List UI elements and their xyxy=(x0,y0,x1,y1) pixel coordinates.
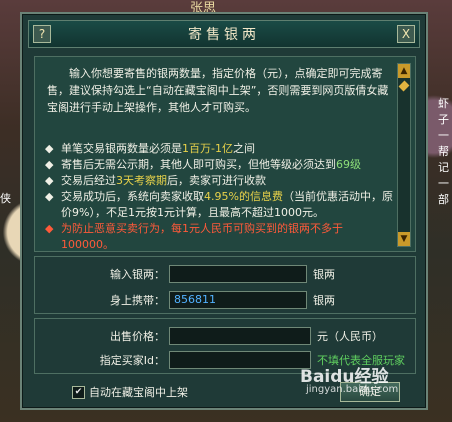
silver-amount-section: 输入银两： 银两 身上携带： 856811 银两 xyxy=(34,256,416,314)
carried-silver-row: 身上携带： 856811 银两 xyxy=(35,289,415,311)
close-button[interactable]: X xyxy=(397,25,415,43)
price-label: 出售价格： xyxy=(110,330,165,343)
rule-item: ◆ 寄售后无需公示期，其他人即可购买，但他等级必须达到69级 xyxy=(45,158,361,171)
background-side-text-right: 虾子 一帮 记 一部 xyxy=(438,97,449,206)
scroll-down-arrow-icon[interactable]: ▼ xyxy=(398,232,410,246)
dialog-title: 寄售银两 xyxy=(188,27,260,43)
silver-unit: 银两 xyxy=(313,268,335,281)
scroll-up-arrow-icon[interactable]: ▲ xyxy=(398,64,410,78)
rule-item: ◆ 交易后经过3天考察期后，卖家可进行收款 xyxy=(45,174,266,187)
warning-item: ◆ 为防止恶意买卖行为，每1元人民币可购买到的银两不多于100000。 xyxy=(45,221,395,253)
input-silver-label: 输入银两： xyxy=(110,268,165,281)
diamond-bullet-icon: ◆ xyxy=(45,158,54,171)
carried-silver-value: 856811 xyxy=(169,291,307,309)
rules-list: ◆ 单笔交易银两数量必须是1百万-1亿之间 ◆ 寄售后无需公示期，其他人即可购买… xyxy=(45,141,395,253)
buyer-id-input[interactable] xyxy=(169,351,311,369)
scroll-thumb[interactable] xyxy=(398,80,410,92)
carried-label: 身上携带： xyxy=(110,294,165,307)
price-row: 出售价格： 元（人民币） xyxy=(35,325,415,347)
buyer-id-label: 指定买家Id： xyxy=(99,354,165,367)
carried-unit: 银两 xyxy=(313,294,335,307)
input-silver-row: 输入银两： 银两 xyxy=(35,263,415,285)
dialog-titlebar: ? 寄售银两 X xyxy=(28,20,420,48)
diamond-bullet-icon: ◆ xyxy=(45,174,54,187)
rule-item: ◆ 单笔交易银两数量必须是1百万-1亿之间 xyxy=(45,142,255,155)
price-unit: 元（人民币） xyxy=(317,330,383,343)
rule-item: ◆ 交易成功后，系统向卖家收取4.95%的信息费（当前优惠活动中，原价9%），不… xyxy=(45,190,393,219)
consign-silver-dialog: ? 寄售银两 X 输入你想要寄售的银两数量，指定价格（元），点确定即可完成寄售，… xyxy=(20,12,428,410)
diamond-bullet-icon: ◆ xyxy=(45,142,54,155)
price-input[interactable] xyxy=(169,327,311,345)
scrollbar[interactable]: ▲ ▼ xyxy=(397,63,411,247)
diamond-bullet-icon: ◆ xyxy=(45,190,54,203)
baidu-watermark-url: jingyan.baidu.com xyxy=(306,384,399,395)
diamond-bullet-icon: ◆ xyxy=(45,222,54,235)
background-side-text-left: 侠 xyxy=(0,192,11,205)
warning-text: 为防止恶意买卖行为，每1元人民币可购买到的银两不多于100000。 xyxy=(61,222,343,251)
silver-amount-input[interactable] xyxy=(169,265,307,283)
intro-text: 输入你想要寄售的银两数量，指定价格（元），点确定即可完成寄售，建议保持勾选上“自… xyxy=(47,67,389,114)
auto-list-checkbox[interactable]: ✔ xyxy=(72,385,85,399)
help-button[interactable]: ? xyxy=(33,25,51,43)
auto-list-label[interactable]: 自动在藏宝阁中上架 xyxy=(89,384,188,400)
info-text-panel: 输入你想要寄售的银两数量，指定价格（元），点确定即可完成寄售，建议保持勾选上“自… xyxy=(34,56,416,252)
